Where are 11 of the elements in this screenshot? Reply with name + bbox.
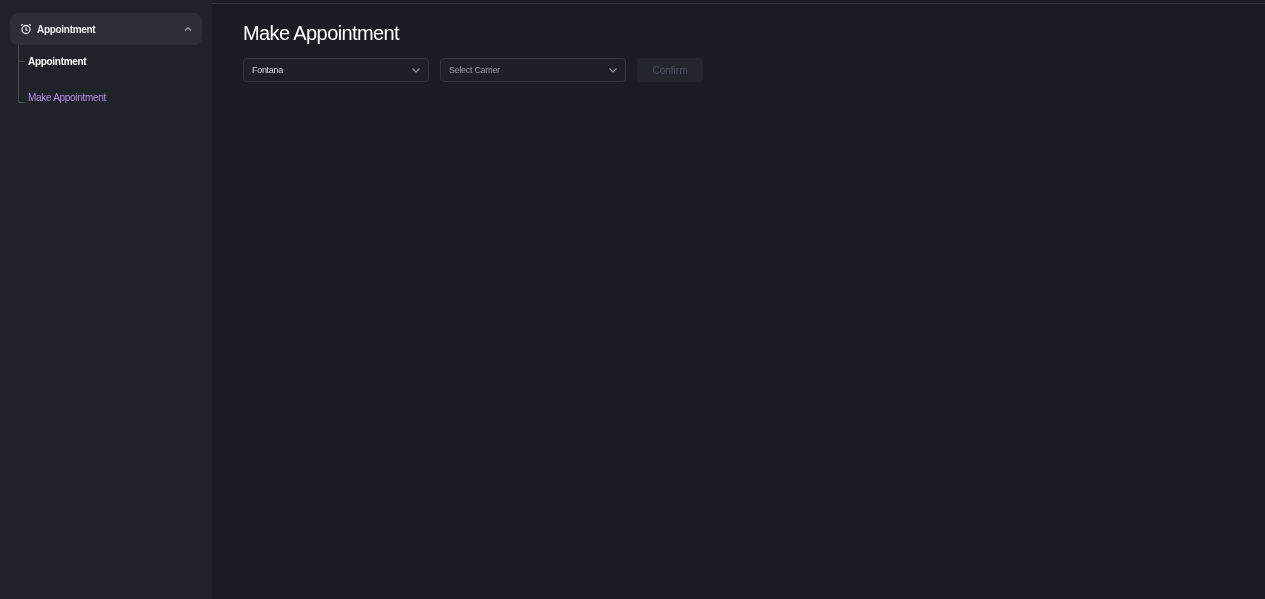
select-field[interactable]: Select Carrier: [440, 58, 626, 82]
menu-item[interactable]: Appointment: [28, 55, 87, 67]
select-field[interactable]: Fontana: [243, 58, 429, 82]
menu-group-label: Appointment: [37, 23, 97, 35]
menu-item[interactable]: Make Appointment: [28, 92, 107, 103]
chevron-down-icon: [412, 67, 420, 73]
caret-icon: [184, 26, 192, 32]
menu-group-header[interactable]: Appointment: [10, 13, 202, 45]
page-title: Make Appointment: [243, 22, 401, 45]
chevron-down-icon: [609, 67, 617, 73]
alarm-clock-icon: [20, 23, 32, 35]
